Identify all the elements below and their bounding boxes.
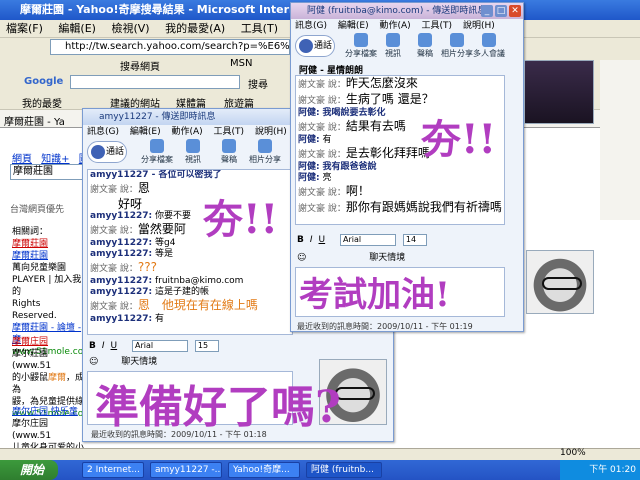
group-chat-icon	[482, 33, 496, 47]
font-select[interactable]: Arial	[132, 339, 188, 352]
zoom-level[interactable]: 100%	[560, 448, 586, 458]
favorites-button[interactable]: 我的最愛	[22, 95, 62, 110]
last-message-time: 最近收到的訊息時間：2009/10/11 - 下午 01:19	[297, 322, 473, 331]
font-select[interactable]: Arial	[340, 233, 396, 246]
photo-share-button[interactable]: 相片分享	[439, 33, 475, 59]
task-internet[interactable]: 2 Internet...	[82, 462, 144, 478]
format-toolbar: BIU Arial 15	[89, 339, 219, 353]
voice-clip-button[interactable]: 聲稿	[407, 33, 443, 59]
chat-line: amyy11227: 有	[90, 314, 164, 324]
chat-line: amyy11227: 等是	[90, 249, 173, 259]
query-input[interactable]: 摩爾莊園	[10, 164, 88, 180]
handwriting-annotation: 夯!!	[203, 196, 279, 243]
close-button[interactable]: ✕	[509, 5, 521, 17]
related-label: 台灣網頁優先	[10, 205, 65, 215]
emote-bar: ☺ 聊天情境	[89, 355, 157, 369]
task-chat-amyy[interactable]: amyy11227 -...	[150, 462, 222, 478]
video-icon	[386, 33, 400, 47]
contact-display-picture	[524, 60, 594, 124]
size-select[interactable]: 15	[194, 339, 219, 352]
menu-edit[interactable]: 編輯(E)	[130, 127, 161, 137]
menu-edit[interactable]: 編輯(E)	[338, 21, 369, 31]
clock: 下午 01:20	[589, 465, 636, 475]
chat-line: 謝文豪 說：生病了嗎 還是？	[298, 92, 434, 106]
photo-share-icon	[450, 33, 464, 47]
handwriting-annotation: 準備好了嗎?	[95, 382, 341, 433]
italic-button[interactable]: I	[310, 235, 313, 245]
emote-bar: ☺ 聊天情境	[297, 251, 405, 265]
underline-button[interactable]: U	[319, 235, 326, 245]
menu-message[interactable]: 訊息(G)	[295, 21, 327, 31]
system-tray: 下午 01:20	[560, 460, 640, 480]
msn-button[interactable]: MSN	[230, 58, 252, 69]
share-files-button[interactable]: 分享檔案	[343, 33, 379, 59]
chat-line: 謝文豪 說：???	[90, 260, 157, 274]
video-icon	[186, 139, 200, 153]
browser-status-bar	[0, 448, 640, 460]
menu-tools[interactable]: 工具(T)	[422, 21, 453, 31]
chat-line: 謝文豪 說：啊！	[298, 184, 370, 198]
voice-clip-button[interactable]: 聲稿	[211, 139, 247, 165]
menu-file[interactable]: 檔案(F)	[0, 20, 49, 38]
start-button[interactable]: 開始	[0, 460, 58, 480]
handwriting-annotation: 考試加油!	[299, 275, 450, 315]
chat-line: 謝文豪 說：那你有跟媽媽說我們有祈禱嗎	[298, 200, 502, 214]
emoticon-icon[interactable]: ☺	[89, 357, 98, 367]
share-files-button[interactable]: 分享檔案	[139, 139, 175, 165]
chat-mood-label[interactable]: 聊天情境	[369, 253, 405, 263]
maximize-button[interactable]: □	[495, 5, 507, 17]
search-web-button[interactable]: 搜尋網頁	[120, 58, 160, 73]
menu-tools[interactable]: 工具(T)	[235, 20, 284, 38]
chat-menu-bar: 訊息(G) 編輯(E) 動作(A) 工具(T) 說明(H)	[291, 19, 523, 33]
chat-line: 謝文豪 說：恩 他現在有在線上嗎	[90, 298, 258, 312]
task-yahoo[interactable]: Yahoo!奇摩...	[228, 462, 300, 478]
call-button[interactable]: 通話	[295, 35, 335, 57]
chat-line: 謝文豪 說：昨天怎麼沒來	[298, 76, 418, 90]
menu-help[interactable]: 說明(H)	[463, 21, 495, 31]
browser-right-edge	[600, 60, 640, 220]
share-files-icon	[150, 139, 164, 153]
format-toolbar: BIU Arial 14	[297, 233, 427, 247]
task-chat-ajian[interactable]: 阿健 (fruitnb...	[306, 462, 382, 478]
chat-window-ajian: 阿健 (fruitnba@kimo.com) - 傳送即時訊息 _ □ ✕ 訊息…	[290, 2, 524, 332]
share-files-icon	[354, 33, 368, 47]
group-chat-button[interactable]: 多人會議	[471, 33, 507, 59]
emoticon-icon[interactable]: ☺	[297, 253, 306, 263]
address-input[interactable]: http://tw.search.yahoo.com/search?p=%E6%…	[50, 39, 290, 55]
voice-clip-icon	[418, 33, 432, 47]
google-logo: Google	[24, 76, 64, 87]
chat-line: amyy11227: 這是子建的帳	[90, 287, 209, 297]
voice-clip-icon	[222, 139, 236, 153]
google-search-input[interactable]	[70, 75, 240, 89]
menu-action[interactable]: 動作(A)	[379, 21, 410, 31]
photo-share-icon	[258, 139, 272, 153]
menu-tools[interactable]: 工具(T)	[214, 127, 245, 137]
chat-toolbar: 通話 分享檔案 視訊 聲稿 相片分享 多人會議	[291, 33, 523, 63]
chat-line: amyy11227: fruitnba@kimo.com	[90, 276, 244, 286]
menu-favorites[interactable]: 我的最愛(A)	[159, 20, 231, 38]
bold-button[interactable]: B	[89, 341, 96, 351]
browser-tab[interactable]: 摩爾莊園 - Ya	[4, 113, 65, 128]
chat-line: amyy11227 - 各位可以密我了	[90, 170, 222, 180]
bold-button[interactable]: B	[297, 235, 304, 245]
call-button[interactable]: 通話	[87, 141, 127, 163]
menu-edit[interactable]: 編輯(E)	[52, 20, 102, 38]
menu-message[interactable]: 訊息(G)	[87, 127, 119, 137]
minimize-button[interactable]: _	[481, 5, 493, 17]
video-button[interactable]: 視訊	[375, 33, 411, 59]
photo-share-button[interactable]: 相片分享	[247, 139, 283, 165]
chat-line: 阿健: 亮	[298, 173, 332, 183]
menu-action[interactable]: 動作(A)	[171, 127, 202, 137]
chat-mood-label[interactable]: 聊天情境	[121, 357, 157, 367]
avatar	[526, 250, 594, 314]
menu-help[interactable]: 說明(H)	[255, 127, 287, 137]
google-search-button[interactable]: 搜尋	[248, 76, 268, 91]
video-button[interactable]: 視訊	[175, 139, 211, 165]
italic-button[interactable]: I	[102, 341, 105, 351]
underline-button[interactable]: U	[111, 341, 118, 351]
menu-view[interactable]: 檢視(V)	[105, 20, 155, 38]
size-select[interactable]: 14	[402, 233, 427, 246]
handwriting-annotation: 夯!!	[421, 116, 497, 163]
